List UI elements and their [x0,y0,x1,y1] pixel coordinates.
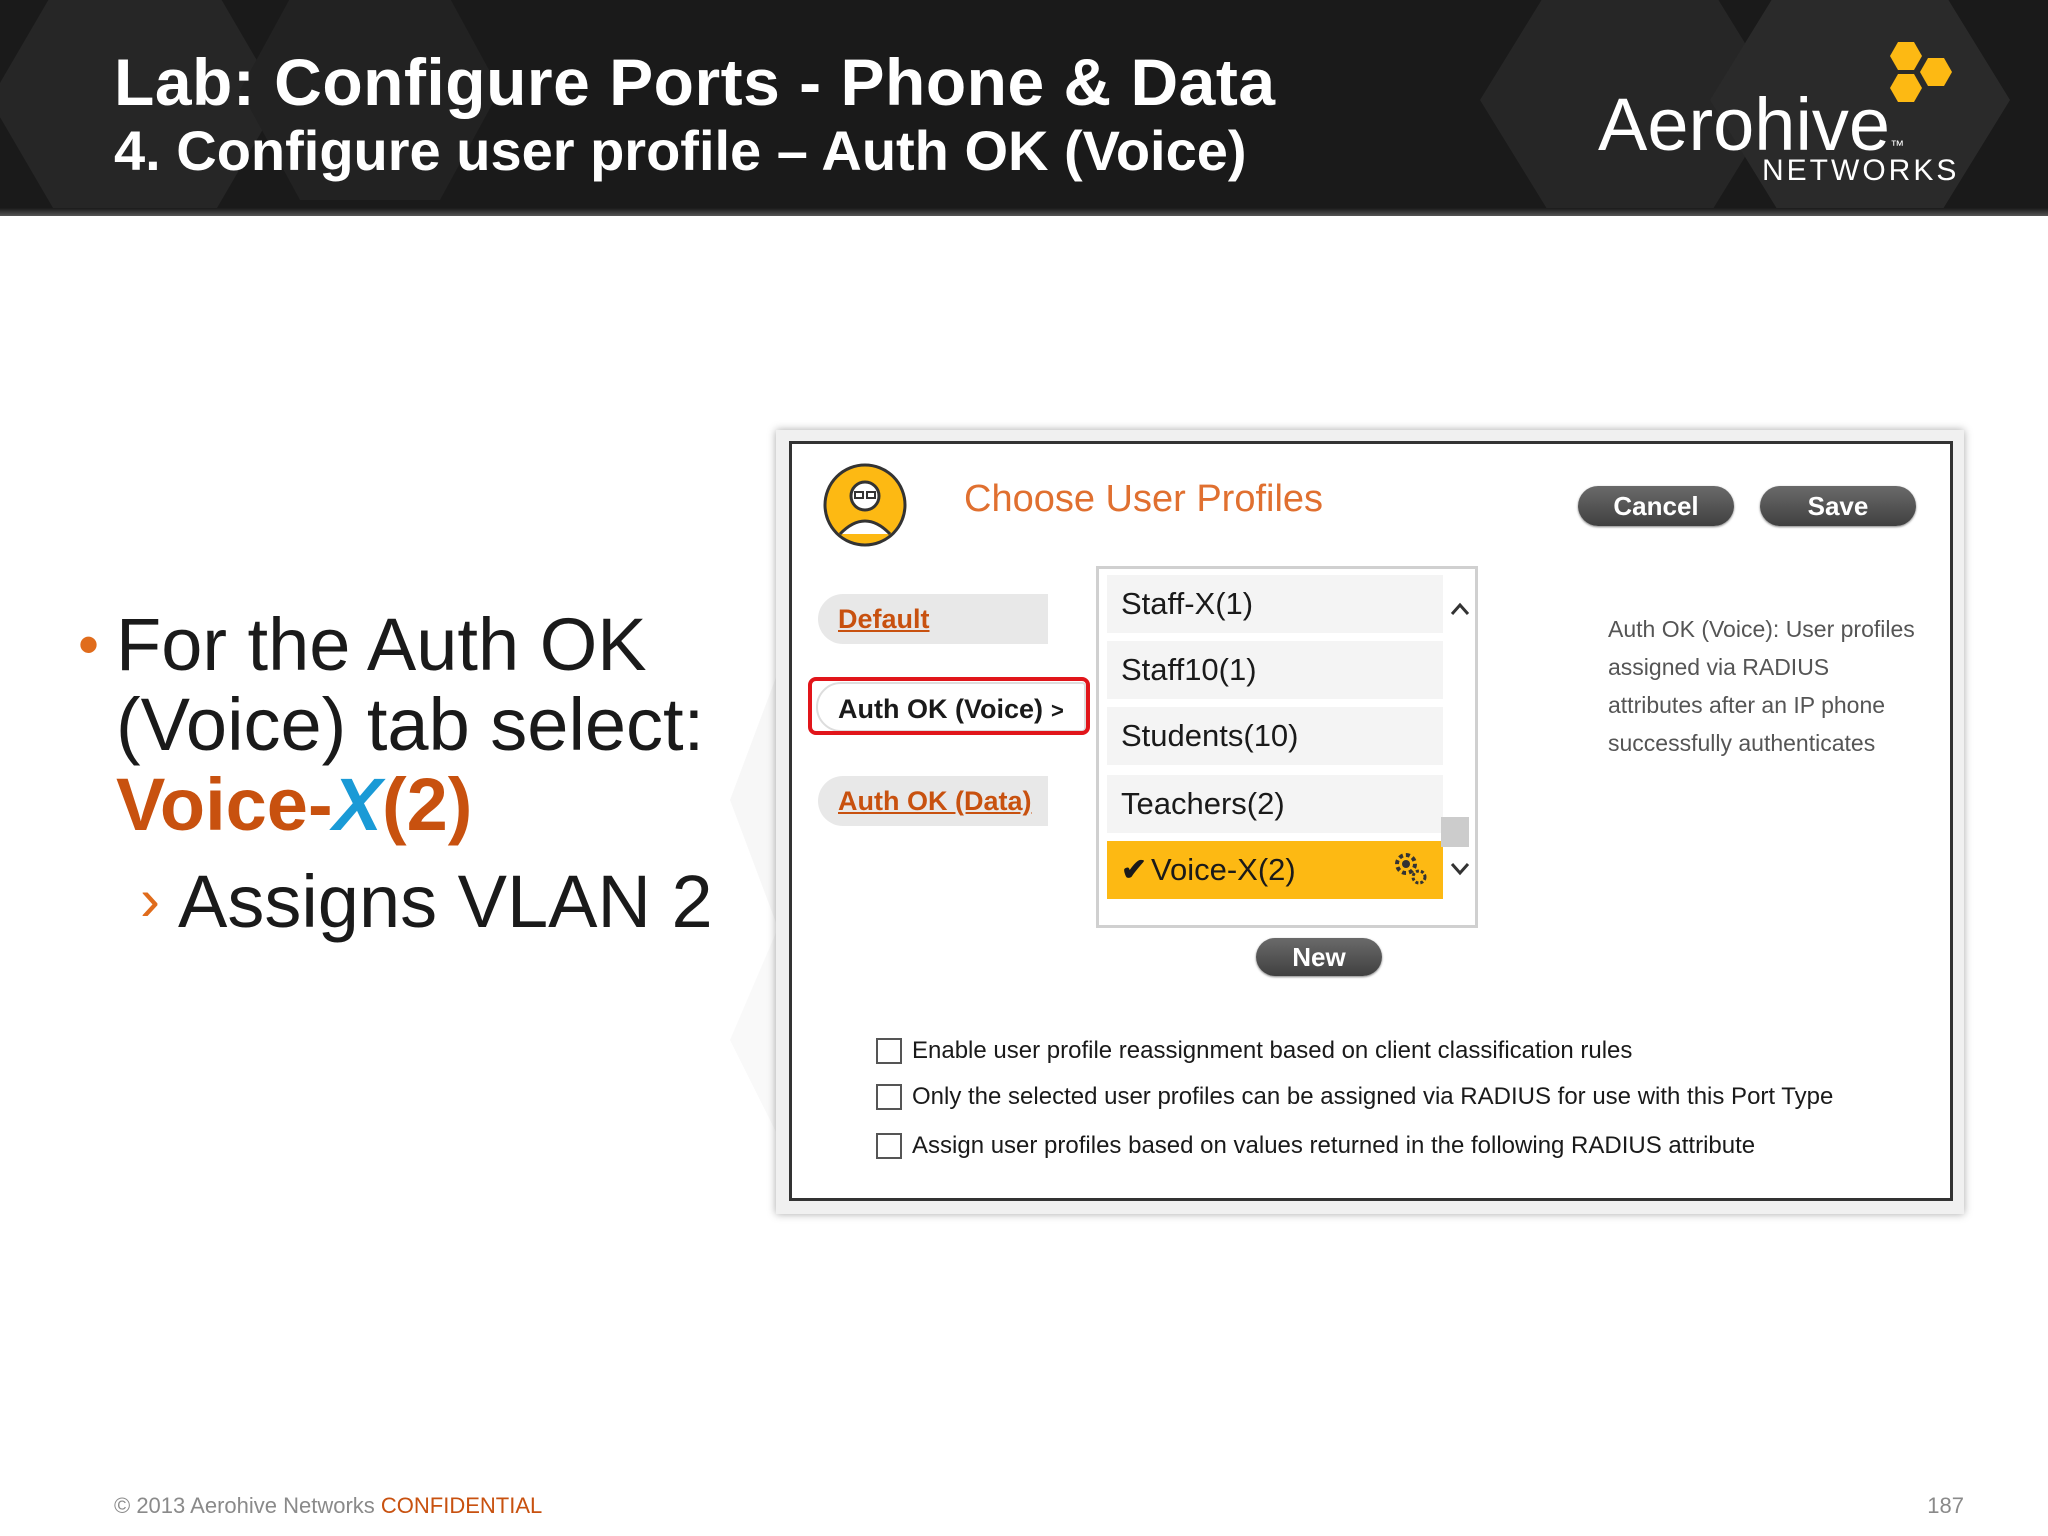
slide-subtitle: 4. Configure user profile – Auth OK (Voi… [114,119,1247,182]
option-reassignment[interactable]: Enable user profile reassignment based o… [876,1034,1632,1068]
bullet-dot-icon: • [78,611,100,678]
bullet-main-text: For the Auth OK (Voice) tab select: [116,603,705,766]
option-radius-only[interactable]: Only the selected user profiles can be a… [876,1080,1833,1114]
list-item-voice-x-label: Voice-X(2) [1151,852,1296,887]
slide-title: Lab: Configure Ports - Phone & Data [114,45,1276,119]
cancel-button[interactable]: Cancel [1578,486,1734,526]
list-item-voice-x[interactable]: ✔ Voice-X(2) [1107,841,1443,899]
page-number: 187 [1927,1493,1964,1518]
list-item-students[interactable]: Students(10) [1107,707,1443,765]
copyright-text: © 2013 Aerohive Networks [114,1493,375,1518]
checkbox-radius-only[interactable] [876,1084,902,1110]
scroll-down-icon[interactable] [1449,859,1471,879]
option-radius-attribute-label: Assign user profiles based on values ret… [912,1132,1756,1159]
tab-auth-ok-data[interactable]: Auth OK (Data) [818,776,1048,826]
scrollbar-thumb[interactable] [1441,817,1469,847]
bullet-sub-text: Assigns VLAN 2 [178,860,713,943]
list-item-teachers[interactable]: Teachers(2) [1107,775,1443,833]
bullet-highlight-x: X [332,763,382,846]
user-profile-icon [823,463,907,547]
bullet-sub: › Assigns VLAN 2 [78,859,738,944]
checkbox-radius-attribute[interactable] [876,1133,902,1159]
checkbox-reassignment[interactable] [876,1038,902,1064]
choose-user-profiles-dialog: Choose User Profiles Cancel Save Default… [789,441,1953,1201]
user-profile-list[interactable]: Staff-X(1) Staff10(1) Students(10) Teach… [1096,566,1478,928]
checkmark-icon: ✔ [1121,852,1147,887]
new-profile-button[interactable]: New [1256,938,1382,976]
confidential-label: CONFIDENTIAL [380,1493,543,1518]
save-button[interactable]: Save [1760,486,1916,526]
list-item-staff10[interactable]: Staff10(1) [1107,641,1443,699]
bullet-main: • For the Auth OK (Voice) tab select: Vo… [78,605,738,845]
list-item-staff-x[interactable]: Staff-X(1) [1107,575,1443,633]
gear-icon[interactable] [1391,849,1431,889]
bullet-highlight-a: Voice- [116,763,333,846]
bullet-list: • For the Auth OK (Voice) tab select: Vo… [78,605,738,944]
option-radius-attribute[interactable]: Assign user profiles based on values ret… [876,1129,1755,1163]
chevron-right-icon: › [140,866,160,933]
logo-subtitle: NETWORKS [1762,154,1960,187]
red-highlight-outline [808,677,1090,735]
tab-default[interactable]: Default [818,594,1048,644]
option-reassignment-label: Enable user profile reassignment based o… [912,1037,1633,1064]
slide-header: Lab: Configure Ports - Phone & Data 4. C… [0,0,2048,216]
option-radius-only-label: Only the selected user profiles can be a… [912,1083,1834,1110]
header-shadow [0,208,2048,216]
footer-copyright: © 2013 Aerohive Networks CONFIDENTIAL [114,1493,542,1519]
scroll-up-icon[interactable] [1449,599,1471,619]
bullet-highlight-b: (2) [381,763,473,846]
logo-trademark: ™ [1890,137,1905,153]
dialog-title: Choose User Profiles [964,478,1324,520]
tab-description: Auth OK (Voice): User profiles assigned … [1608,616,1915,756]
honeycomb-logo-icon [1890,42,1952,102]
